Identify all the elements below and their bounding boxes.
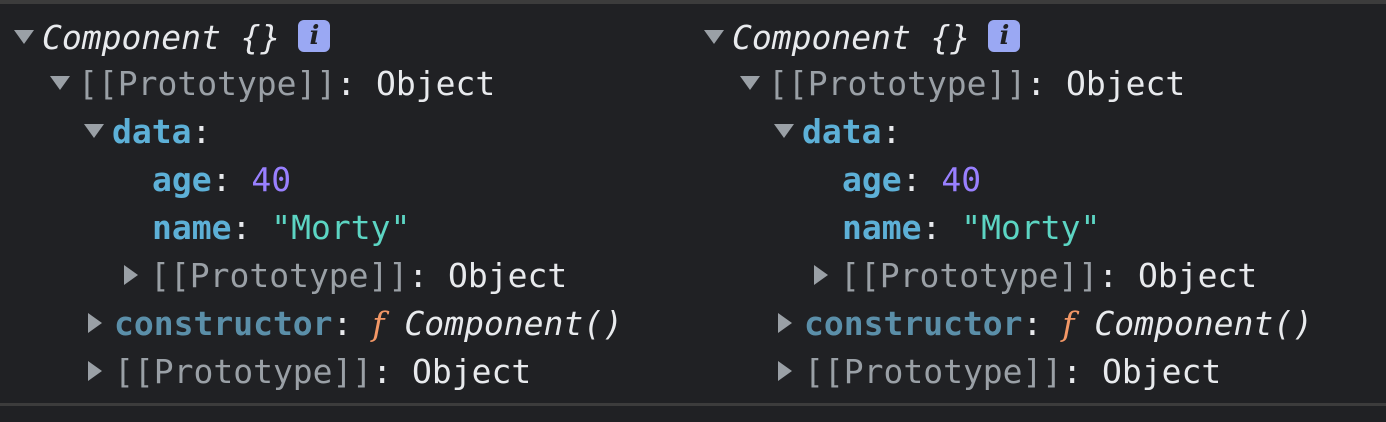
name-key: name xyxy=(152,208,232,247)
expand-triangle-icon[interactable] xyxy=(774,123,794,138)
console-object-left: Component {} i [[Prototype]]: Object data… xyxy=(0,14,690,394)
age-value: 40 xyxy=(251,160,292,199)
data-key: data xyxy=(802,112,882,151)
expand-triangle-icon[interactable] xyxy=(50,75,70,90)
name-value: "Morty" xyxy=(271,208,411,247)
inner-prototype-row[interactable]: [[Prototype]]: Object xyxy=(810,254,1257,298)
name-property[interactable]: name: "Morty" xyxy=(152,206,410,250)
outer-prototype-row[interactable]: [[Prototype]]: Object xyxy=(774,350,1221,394)
constructor-key: constructor xyxy=(804,304,1023,343)
function-f-icon: f xyxy=(372,304,385,343)
age-value: 40 xyxy=(941,160,982,199)
expand-triangle-icon[interactable] xyxy=(740,75,760,90)
age-property[interactable]: age: 40 xyxy=(842,158,981,202)
age-property[interactable]: age: 40 xyxy=(152,158,291,202)
info-icon[interactable]: i xyxy=(988,19,1021,52)
prototype-row[interactable]: [[Prototype]]: Object xyxy=(740,62,1185,106)
inner-prototype-row[interactable]: [[Prototype]]: Object xyxy=(120,254,567,298)
constructor-value: Component() xyxy=(1094,304,1313,343)
prototype-label: [[Prototype]] xyxy=(804,352,1063,391)
prototype-label: [[Prototype]] xyxy=(768,64,1027,103)
prototype-value: Object xyxy=(1102,352,1222,391)
next-console-row xyxy=(0,406,1386,422)
top-divider xyxy=(0,0,1386,4)
name-property[interactable]: name: "Morty" xyxy=(842,206,1100,250)
prototype-label: [[Prototype]] xyxy=(840,256,1099,295)
data-row[interactable]: data: xyxy=(84,110,211,154)
prototype-value: Object xyxy=(1066,64,1186,103)
collapse-triangle-icon[interactable] xyxy=(778,360,792,381)
expand-triangle-icon[interactable] xyxy=(14,29,34,44)
collapse-triangle-icon[interactable] xyxy=(814,264,828,285)
prototype-row[interactable]: [[Prototype]]: Object xyxy=(50,62,495,106)
expand-triangle-icon[interactable] xyxy=(704,29,724,44)
collapse-triangle-icon[interactable] xyxy=(778,312,792,333)
data-row[interactable]: data: xyxy=(774,110,901,154)
prototype-value: Object xyxy=(412,352,532,391)
age-key: age xyxy=(842,160,902,199)
name-value: "Morty" xyxy=(961,208,1101,247)
constructor-value: Component() xyxy=(404,304,623,343)
object-header[interactable]: Component {} i xyxy=(704,16,1021,60)
object-name: Component {} xyxy=(732,18,971,57)
info-icon[interactable]: i xyxy=(298,19,331,52)
prototype-label: [[Prototype]] xyxy=(78,64,337,103)
constructor-row[interactable]: constructor: f Component() xyxy=(774,302,1313,346)
age-key: age xyxy=(152,160,212,199)
prototype-label: [[Prototype]] xyxy=(114,352,373,391)
console-object-right: Component {} i [[Prototype]]: Object data… xyxy=(690,14,1380,394)
object-name: Component {} xyxy=(42,18,281,57)
constructor-row[interactable]: constructor: f Component() xyxy=(84,302,623,346)
prototype-value: Object xyxy=(376,64,496,103)
name-key: name xyxy=(842,208,922,247)
prototype-value: Object xyxy=(1138,256,1258,295)
data-key: data xyxy=(112,112,192,151)
prototype-label: [[Prototype]] xyxy=(150,256,409,295)
prototype-value: Object xyxy=(448,256,568,295)
collapse-triangle-icon[interactable] xyxy=(124,264,138,285)
collapse-triangle-icon[interactable] xyxy=(88,312,102,333)
constructor-key: constructor xyxy=(114,304,333,343)
function-f-icon: f xyxy=(1062,304,1075,343)
collapse-triangle-icon[interactable] xyxy=(88,360,102,381)
object-header[interactable]: Component {} i xyxy=(14,16,331,60)
outer-prototype-row[interactable]: [[Prototype]]: Object xyxy=(84,350,531,394)
expand-triangle-icon[interactable] xyxy=(84,123,104,138)
